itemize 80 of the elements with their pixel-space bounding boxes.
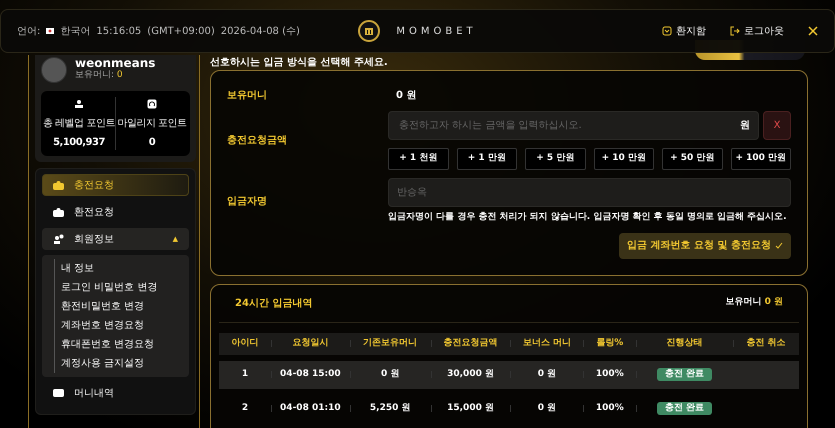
table-cell: 0 원	[510, 368, 584, 382]
balance-value: 0 원	[395, 88, 418, 102]
balance-value: 0 원	[764, 297, 783, 308]
stat-label: 총 레벨업 포인트	[43, 117, 115, 131]
money-label: 보유머니:	[75, 70, 114, 80]
stat-value: 5,100,937	[52, 136, 106, 150]
table-cell: 04-08 01:10	[270, 402, 350, 416]
coin-box-icon	[53, 207, 64, 217]
column-header: 롤링%	[583, 336, 636, 350]
submit-button[interactable]: 입금 계좌번호 요청 및 충전요청	[619, 232, 791, 258]
field-label: 입금자명	[226, 194, 268, 209]
table-cell: 100%	[583, 368, 636, 382]
flag-icon	[46, 28, 54, 34]
amount-button[interactable]: + 5 만원	[525, 148, 586, 170]
table-cell: 5,250 원	[350, 402, 431, 416]
column-header: 아이디	[230, 336, 260, 350]
gauge-icon	[147, 99, 157, 110]
table-cell-text: 1	[240, 368, 250, 381]
close-button[interactable]	[808, 24, 818, 38]
table-cell: 04-08 15:00	[270, 368, 350, 382]
table-cell: 100%	[583, 402, 636, 416]
inbox-icon	[662, 26, 672, 36]
status-badge: 충전 완료	[657, 368, 712, 381]
submenu-item[interactable]: 환전비밀번호 변경	[61, 297, 144, 316]
sidebar-item[interactable]: 환전요청	[42, 201, 189, 223]
field-label: 충전요청금액	[226, 134, 288, 148]
table-cell: 30,000 원	[430, 368, 510, 382]
table-cell: 0 원	[510, 402, 584, 416]
submenu-item[interactable]: 내 정보	[61, 259, 94, 278]
amount-button[interactable]: + 1 천원	[388, 148, 448, 170]
amount-button[interactable]: + 1 만원	[456, 148, 517, 170]
header-link[interactable]: 로그아웃	[730, 24, 784, 38]
language-select[interactable]: 한국어	[60, 24, 90, 38]
status-badge: 충전 완료	[657, 402, 712, 415]
amount-button[interactable]: + 10 만원	[594, 148, 654, 170]
column-header: 기존보유머니	[350, 336, 431, 350]
depositor-field[interactable]: 반승옥	[388, 178, 791, 207]
amount-input[interactable]: 충전하고자 하시는 금액을 입력하십시오.	[397, 112, 740, 139]
field-label: 보유머니	[226, 88, 268, 102]
header-link[interactable]: 환지함	[662, 24, 706, 38]
amount-button[interactable]: + 100 만원	[730, 148, 791, 170]
submenu-item[interactable]: 계정사용 금지설정	[61, 354, 144, 373]
coin-box-icon	[53, 180, 64, 190]
table-cell-text: 2	[240, 402, 250, 415]
submenu-item[interactable]: 로그인 비밀번호 변경	[61, 278, 158, 297]
balance-label: 보유머니	[725, 297, 762, 308]
money-value: 0	[116, 70, 123, 80]
language-label: 언어:	[17, 24, 40, 38]
user-level-icon	[74, 99, 84, 110]
sidebar-item[interactable]: 머니내역	[42, 382, 189, 404]
date: 2026-04-08 (수)	[220, 24, 300, 38]
timezone: (GMT+09:00)	[147, 24, 215, 38]
sidebar-item[interactable]: 충전요청	[42, 174, 189, 196]
column-header: 진행상태	[636, 336, 734, 350]
avatar	[41, 57, 67, 83]
column-header: 요청일시	[270, 336, 350, 350]
clear-button[interactable]: X	[763, 111, 791, 140]
logo-text[interactable]: MOMOBET	[396, 24, 477, 38]
wallet-icon	[53, 388, 64, 398]
column-header: 보너스 머니	[510, 336, 584, 350]
check-icon	[775, 242, 783, 250]
logo-icon[interactable]	[358, 20, 380, 42]
clock-time: 15:16:05	[96, 24, 142, 38]
column-header: 충전요청금액	[430, 336, 510, 350]
user-settings-icon	[53, 234, 64, 244]
unit-label: 원	[740, 119, 750, 133]
table-cell: 15,000 원	[430, 402, 510, 416]
amount-button[interactable]: + 50 만원	[662, 148, 722, 170]
stat-value: 0	[148, 136, 156, 150]
notice-text: 입금자명이 다를 경우 충전 처리가 되지 않습니다. 입금자명 확인 후 동일 명의로 입금해 주십시오.	[388, 211, 788, 224]
subtitle: 선호하시는 입금 방식을 선택해 주세요.	[210, 56, 389, 70]
submenu-item[interactable]: 휴대폰번호 변경요청	[61, 335, 154, 354]
submenu-item[interactable]: 계좌번호 변경요청	[61, 316, 144, 335]
username: weonmeans	[75, 57, 156, 70]
section-title: 24시간 입금내역	[235, 296, 312, 310]
column-header: 충전 취소	[733, 336, 799, 350]
table-cell: 0 원	[350, 368, 431, 382]
amount-field[interactable]: 충전하고자 하시는 금액을 입력하십시오. 원	[388, 111, 759, 140]
logout-icon	[730, 26, 740, 36]
stat-label: 마일리지 포인트	[116, 117, 188, 131]
